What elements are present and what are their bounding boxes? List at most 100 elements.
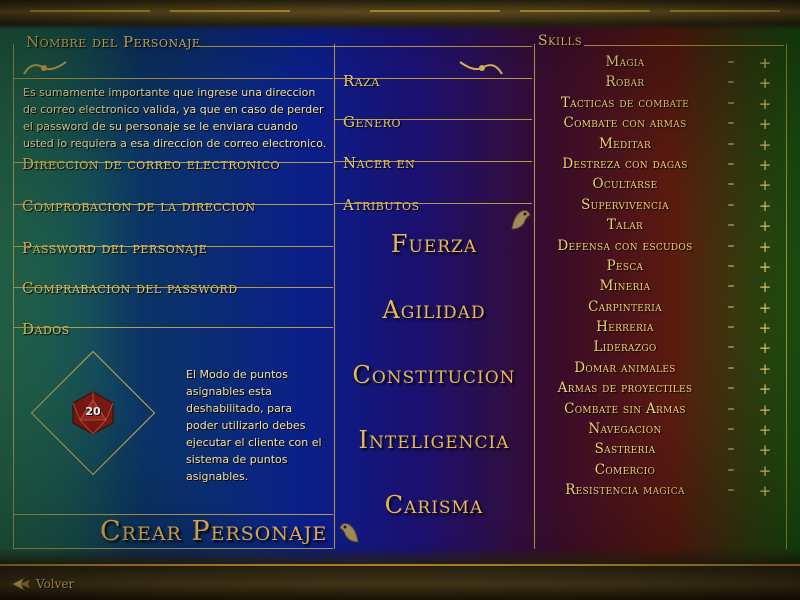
frame-knot-ornament (30, 0, 150, 12)
frame-knot-ornament (170, 0, 290, 12)
back-arrow-icon (11, 577, 30, 591)
skill-decrease-button[interactable]: – (724, 380, 738, 396)
skill-decrease-button[interactable]: – (724, 136, 738, 152)
skill-decrease-button[interactable]: – (724, 217, 738, 233)
skill-decrease-button[interactable]: – (724, 95, 738, 111)
birthplace-selector[interactable] (420, 151, 532, 171)
skills-panel-right-border (786, 44, 787, 549)
character-name-label: Nombre del Personaje (26, 33, 201, 51)
attribute-intelligence: Inteligencia (358, 426, 510, 454)
skill-name: Sastreria (594, 441, 656, 458)
skill-increase-button[interactable]: + (758, 319, 772, 337)
skill-name: Magia (605, 54, 645, 70)
attributes-label: Atributos (343, 196, 420, 214)
email-input[interactable] (14, 150, 332, 174)
attributes-underline (334, 203, 532, 204)
bottom-ornamental-frame (0, 548, 800, 600)
skill-row: Domar animales – + (540, 360, 780, 380)
password-input[interactable] (14, 234, 332, 258)
skill-increase-button[interactable]: + (758, 360, 772, 378)
skill-row: Tacticas de combate – + (540, 95, 780, 115)
skill-increase-button[interactable]: + (758, 380, 772, 398)
skill-row: Sastreria – + (540, 441, 780, 461)
skill-row: Destreza con dagas – + (540, 156, 780, 176)
skill-increase-button[interactable]: + (758, 421, 772, 439)
race-selector[interactable] (392, 68, 532, 88)
skill-name: Pesca (606, 257, 644, 274)
skill-increase-button[interactable]: + (758, 136, 772, 154)
skill-decrease-button[interactable]: – (724, 299, 738, 315)
skill-decrease-button[interactable]: – (724, 482, 738, 498)
header-rule (13, 78, 333, 79)
skill-increase-button[interactable]: + (758, 95, 772, 113)
skill-decrease-button[interactable]: – (724, 360, 738, 376)
password-confirm-input[interactable] (14, 275, 332, 299)
skills-list: Magia – + Robar – + Tacticas de combate – + Comba… (540, 54, 780, 503)
attribute-constitution: Constitucion (352, 361, 516, 389)
skill-increase-button[interactable]: + (758, 401, 772, 419)
d20-dice-icon[interactable]: 20 (70, 390, 116, 436)
skill-decrease-button[interactable]: – (724, 258, 738, 274)
race-label: Raza (343, 72, 380, 90)
skill-decrease-button[interactable]: – (724, 401, 738, 417)
skill-increase-button[interactable]: + (758, 339, 772, 357)
skill-row: Pesca – + (540, 258, 780, 278)
skill-increase-button[interactable]: + (758, 462, 772, 480)
skill-increase-button[interactable]: + (758, 197, 772, 215)
skill-row: Carpinteria – + (540, 299, 780, 319)
dice-label: Dados (22, 320, 70, 338)
dice-underline (13, 327, 333, 328)
skill-decrease-button[interactable]: – (724, 176, 738, 192)
skill-decrease-button[interactable]: – (724, 462, 738, 478)
skill-decrease-button[interactable]: – (724, 441, 738, 457)
skill-name: Herreria (596, 319, 654, 336)
skill-increase-button[interactable]: + (758, 115, 772, 133)
skill-decrease-button[interactable]: – (724, 115, 738, 131)
attribute-agility: Agilidad (382, 296, 486, 324)
skill-increase-button[interactable]: + (758, 441, 772, 459)
skill-name: Combate sin Armas (564, 400, 686, 417)
skill-row: Magia – + (540, 54, 780, 74)
skill-increase-button[interactable]: + (758, 238, 772, 256)
skill-increase-button[interactable]: + (758, 217, 772, 235)
attribute-strength: Fuerza (390, 230, 478, 258)
character-name-input[interactable] (200, 32, 330, 48)
skill-increase-button[interactable]: + (758, 74, 772, 92)
skill-decrease-button[interactable]: – (724, 278, 738, 294)
skill-name: Robar (605, 74, 645, 91)
skill-name: Mineria (599, 278, 651, 295)
skill-increase-button[interactable]: + (758, 258, 772, 276)
skill-increase-button[interactable]: + (758, 54, 772, 72)
skill-increase-button[interactable]: + (758, 278, 772, 296)
skill-name: Supervivencia (581, 196, 669, 213)
skill-row: Herreria – + (540, 319, 780, 339)
skill-decrease-button[interactable]: – (724, 197, 738, 213)
skill-name: Domar animales (574, 359, 676, 376)
email-notice: Es sumamente importante que ingrese una … (23, 86, 327, 150)
skill-decrease-button[interactable]: – (724, 319, 738, 335)
skill-increase-button[interactable]: + (758, 482, 772, 500)
skill-name: Resistencia magica (565, 482, 685, 499)
skills-title-underline (584, 45, 784, 46)
skill-decrease-button[interactable]: – (724, 238, 738, 254)
skill-name: Tacticas de combate (560, 94, 690, 111)
skill-increase-button[interactable]: + (758, 156, 772, 174)
gender-selector[interactable] (400, 110, 532, 130)
skill-name: Combate con armas (563, 115, 687, 132)
dragon-emblem-icon (511, 210, 531, 230)
email-confirm-input[interactable] (14, 192, 332, 216)
skill-decrease-button[interactable]: – (724, 74, 738, 90)
skill-decrease-button[interactable]: – (724, 421, 738, 437)
skill-row: Combate con armas – + (540, 115, 780, 135)
skill-decrease-button[interactable]: – (724, 339, 738, 355)
skill-row: Robar – + (540, 74, 780, 94)
skill-increase-button[interactable]: + (758, 176, 772, 194)
skill-row: Navegacion – + (540, 421, 780, 441)
create-character-button[interactable]: Crear Personaje (100, 516, 327, 547)
skill-decrease-button[interactable]: – (724, 156, 738, 172)
skills-panel-left-border (534, 44, 535, 549)
skill-increase-button[interactable]: + (758, 299, 772, 317)
skill-decrease-button[interactable]: – (724, 54, 738, 70)
back-button[interactable]: Volver (10, 576, 74, 592)
back-button-label: Volver (36, 577, 75, 591)
